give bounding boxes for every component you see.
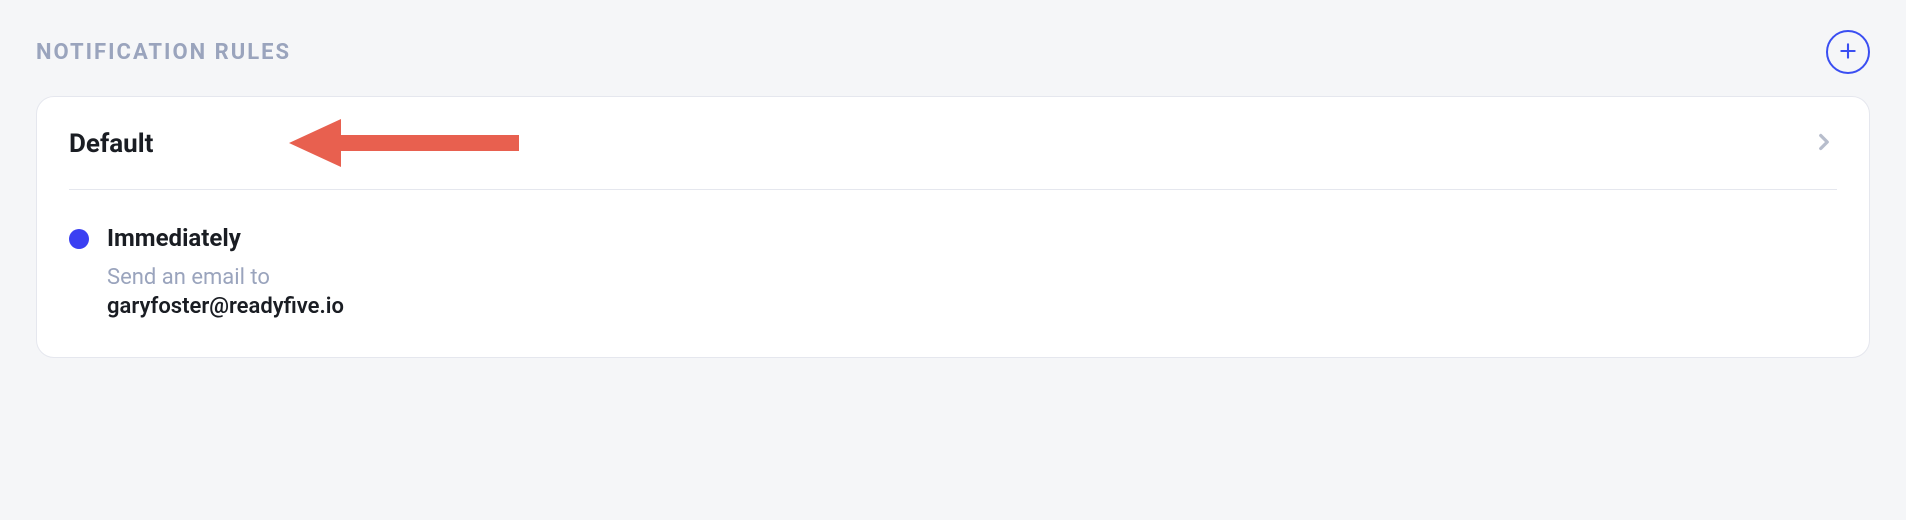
annotation-arrow xyxy=(289,113,519,173)
step-text: Immediately Send an email to garyfoster@… xyxy=(107,224,344,321)
rule-body: Immediately Send an email to garyfoster@… xyxy=(69,190,1837,321)
step-timing: Immediately xyxy=(107,224,344,252)
rule-name: Default xyxy=(69,129,153,159)
step-action-label: Send an email to xyxy=(107,265,270,290)
plus-icon xyxy=(1838,41,1858,64)
step-action-value: garyfoster@readyfive.io xyxy=(107,294,344,319)
rule-step: Immediately Send an email to garyfoster@… xyxy=(69,224,1837,321)
rule-header-row[interactable]: Default xyxy=(69,97,1837,190)
notification-rule-card: Default Immediately Send an email to gar… xyxy=(36,96,1870,358)
chevron-right-icon xyxy=(1811,129,1837,159)
section-header: NOTIFICATION RULES xyxy=(36,30,1870,74)
section-title: NOTIFICATION RULES xyxy=(36,40,291,65)
step-bullet-icon xyxy=(69,229,89,249)
add-rule-button[interactable] xyxy=(1826,30,1870,74)
step-action: Send an email to garyfoster@readyfive.io xyxy=(107,264,344,321)
